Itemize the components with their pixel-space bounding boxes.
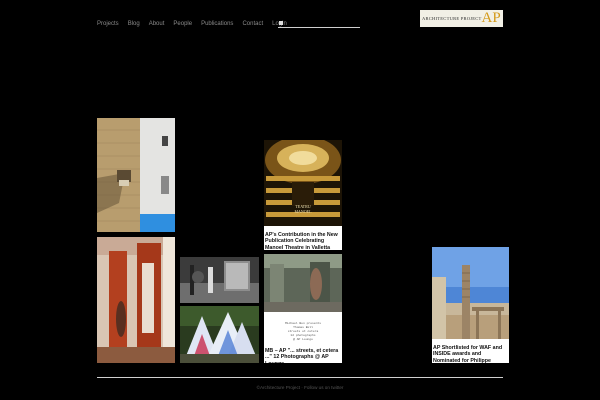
tower-photo [432, 247, 509, 339]
post-tile-waf-shortlist[interactable]: AP Shortlisted for WAF and INSIDE awards… [432, 247, 509, 363]
nav-blog[interactable]: Blog [128, 21, 140, 27]
search-input[interactable] [283, 19, 356, 27]
search-box [278, 19, 360, 28]
project-tile-tent[interactable] [180, 306, 259, 363]
tent-photo [180, 306, 259, 363]
nav-contact[interactable]: Contact [242, 21, 263, 27]
nav-people[interactable]: People [173, 21, 192, 27]
street-event-card: Michael Ben presents Thomas Bell streets… [264, 317, 342, 347]
street-caption[interactable]: MB – AP "... streets, et cetera ..." 12 … [264, 347, 342, 363]
street-photo [264, 254, 342, 312]
signboard-photo [180, 257, 259, 303]
theatre-caption[interactable]: AP's Contribution in the New Publication… [264, 231, 342, 250]
interior-photo [97, 237, 175, 363]
project-tile-stone-facade[interactable] [97, 118, 175, 232]
footer-text[interactable]: ©Architecture Project · Follow us on twi… [0, 385, 600, 390]
post-tile-manoel-theatre[interactable]: TEATRU MANOEL AP's Contribution in the N… [264, 140, 342, 250]
nav-publications[interactable]: Publications [201, 21, 233, 27]
logo-text: ARCHITECTURE PROJECT [422, 16, 482, 21]
theatre-sign-line2: MANOEL [294, 209, 312, 214]
project-tile-signboard[interactable] [180, 257, 259, 303]
project-tile-interior[interactable] [97, 237, 175, 363]
card-line: @ AP Lounge [293, 338, 313, 341]
site-logo[interactable]: ARCHITECTURE PROJECT AP [420, 10, 503, 27]
logo-mark: AP [481, 10, 501, 26]
theatre-photo: TEATRU MANOEL [264, 140, 342, 226]
footer-divider [97, 377, 503, 378]
stone-facade-photo [97, 118, 175, 232]
nav-about[interactable]: About [149, 21, 165, 27]
tower-caption[interactable]: AP Shortlisted for WAF and INSIDE awards… [432, 344, 509, 363]
main-nav: Projects Blog About People Publications … [97, 19, 296, 29]
post-tile-street-photographs[interactable]: Michael Ben presents Thomas Bell streets… [264, 254, 342, 363]
nav-projects[interactable]: Projects [97, 21, 119, 27]
